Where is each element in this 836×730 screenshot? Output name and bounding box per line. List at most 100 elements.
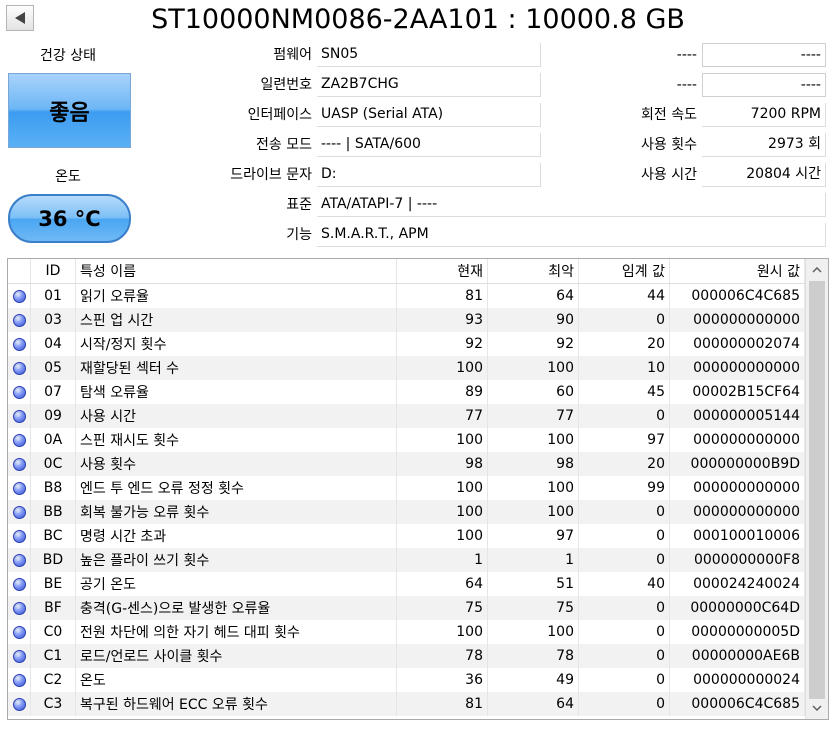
table-row[interactable]: BC 명령 시간 초과 100 97 0 000100010006: [8, 524, 805, 548]
attribute-name: 읽기 오류율: [75, 283, 397, 308]
worst-value: 78: [487, 644, 579, 668]
table-row[interactable]: C2 온도 36 49 0 000000000024: [8, 668, 805, 692]
status-cell: [8, 380, 31, 404]
threshold-value: 99: [578, 476, 670, 500]
attribute-id: 0C: [30, 452, 76, 476]
threshold-value: 0: [578, 596, 670, 620]
name-column-header[interactable]: 특성 이름: [75, 259, 397, 284]
id-column-header[interactable]: ID: [30, 259, 76, 284]
serial-value: ZA2B7CHG: [317, 73, 541, 97]
firmware-value: SN05: [317, 43, 541, 67]
worst-value: 1: [487, 548, 579, 572]
status-cell: [8, 620, 31, 644]
raw-value: 000006C4C685: [669, 692, 805, 716]
standard-value: ATA/ATAPI-7 | ----: [317, 193, 826, 217]
status-cell: [8, 644, 31, 668]
table-row[interactable]: 0C 사용 횟수 98 98 20 000000000B9D: [8, 452, 805, 476]
threshold-value: 97: [578, 428, 670, 452]
standard-label: 표준: [286, 197, 312, 213]
blue-circle-icon: [12, 337, 26, 351]
status-cell: [8, 428, 31, 452]
table-row[interactable]: BB 회복 불가능 오류 횟수 100 100 0 000000000000: [8, 500, 805, 524]
table-row[interactable]: B8 엔드 투 엔드 오류 정정 횟수 100 100 99 000000000000: [8, 476, 805, 500]
attribute-name: 회복 불가능 오류 횟수: [75, 500, 397, 524]
table-scrollbar[interactable]: [805, 259, 828, 719]
table-row[interactable]: C1 로드/언로드 사이클 횟수 78 78 0 00000000AE6B: [8, 644, 805, 668]
blue-circle-icon: [12, 625, 26, 639]
current-value: 92: [396, 332, 488, 356]
attribute-name: 스핀 업 시간: [75, 308, 397, 332]
threshold-column-header[interactable]: 임계 값: [578, 259, 670, 284]
scroll-up-button[interactable]: [806, 261, 828, 279]
table-row[interactable]: BD 높은 플라이 쓰기 횟수 1 1 0 0000000000F8: [8, 548, 805, 572]
transfer-mode-value: ---- | SATA/600: [317, 133, 541, 157]
table-row[interactable]: 0A 스핀 재시도 횟수 100 100 97 000000000000: [8, 428, 805, 452]
blue-circle-icon: [12, 481, 26, 495]
status-cell: [8, 596, 31, 620]
rotation-label: 회전 속도: [641, 107, 697, 123]
power-count-label: 사용 횟수: [641, 137, 697, 153]
scroll-thumb[interactable]: [809, 281, 825, 699]
attribute-id: BB: [30, 500, 76, 524]
worst-value: 97: [487, 524, 579, 548]
rotation-value: 7200 RPM: [702, 103, 826, 127]
raw-column-header[interactable]: 원시 값: [669, 259, 805, 284]
attribute-id: B8: [30, 476, 76, 500]
raw-value: 00000000AE6B: [669, 644, 805, 668]
attribute-name: 공기 온도: [75, 572, 397, 596]
current-value: 100: [396, 500, 488, 524]
threshold-value: 0: [578, 404, 670, 428]
current-value: 100: [396, 524, 488, 548]
status-column-header[interactable]: [8, 259, 31, 284]
temperature-label: 온도: [55, 169, 81, 185]
status-cell: [8, 452, 31, 476]
power-hours-label: 사용 시간: [641, 167, 697, 183]
worst-value: 64: [487, 692, 579, 716]
features-label: 기능: [286, 227, 312, 243]
attribute-name: 명령 시간 초과: [75, 524, 397, 548]
threshold-value: 0: [578, 500, 670, 524]
current-value: 77: [396, 404, 488, 428]
right-label-2: ----: [676, 77, 697, 93]
raw-value: 000000000000: [669, 500, 805, 524]
table-row[interactable]: C0 전원 차단에 의한 자기 헤드 대피 횟수 100 100 0 0000000000…: [8, 620, 805, 644]
table-row[interactable]: C3 복구된 하드웨어 ECC 오류 횟수 81 64 0 000006C4C685: [8, 692, 805, 716]
blue-circle-icon: [12, 433, 26, 447]
table-row[interactable]: 04 시작/정지 횟수 92 92 20 000000002074: [8, 332, 805, 356]
table-row[interactable]: 07 탐색 오류율 89 60 45 00002B15CF64: [8, 380, 805, 404]
status-cell: [8, 332, 31, 356]
attribute-name: 사용 시간: [75, 404, 397, 428]
table-row[interactable]: 09 사용 시간 77 77 0 000000005144: [8, 404, 805, 428]
attribute-id: 0A: [30, 428, 76, 452]
scroll-down-button[interactable]: [806, 699, 828, 717]
table-row[interactable]: BE 공기 온도 64 51 40 000024240024: [8, 572, 805, 596]
blue-circle-icon: [12, 553, 26, 567]
raw-value: 000006C4C685: [669, 283, 805, 308]
raw-value: 00000000C64D: [669, 596, 805, 620]
table-row[interactable]: 01 읽기 오류율 81 64 44 000006C4C685: [8, 283, 805, 308]
smart-table[interactable]: ID 특성 이름 현재 최악 임계 값 원시 값 01 읽기 오류율 81 64 44 0…: [7, 258, 829, 720]
worst-column-header[interactable]: 최악: [487, 259, 579, 284]
table-row[interactable]: 05 재할당된 섹터 수 100 100 10 000000000000: [8, 356, 805, 380]
status-cell: [8, 404, 31, 428]
attribute-id: C1: [30, 644, 76, 668]
threshold-value: 45: [578, 380, 670, 404]
status-cell: [8, 692, 31, 716]
threshold-value: 0: [578, 524, 670, 548]
threshold-value: 20: [578, 332, 670, 356]
temperature-badge[interactable]: 36 °C: [8, 194, 131, 243]
raw-value: 000000002074: [669, 332, 805, 356]
current-value: 89: [396, 380, 488, 404]
blue-circle-icon: [12, 529, 26, 543]
blue-circle-icon: [12, 385, 26, 399]
current-value: 78: [396, 644, 488, 668]
table-row[interactable]: 03 스핀 업 시간 93 90 0 000000000000: [8, 308, 805, 332]
attribute-id: C2: [30, 668, 76, 692]
table-row[interactable]: BF 충격(G-센스)으로 발생한 오류율 75 75 0 00000000C64D: [8, 596, 805, 620]
threshold-value: 10: [578, 356, 670, 380]
current-value: 75: [396, 596, 488, 620]
current-column-header[interactable]: 현재: [396, 259, 488, 284]
threshold-value: 20: [578, 452, 670, 476]
attribute-id: 04: [30, 332, 76, 356]
health-status-badge[interactable]: 좋음: [8, 73, 131, 148]
